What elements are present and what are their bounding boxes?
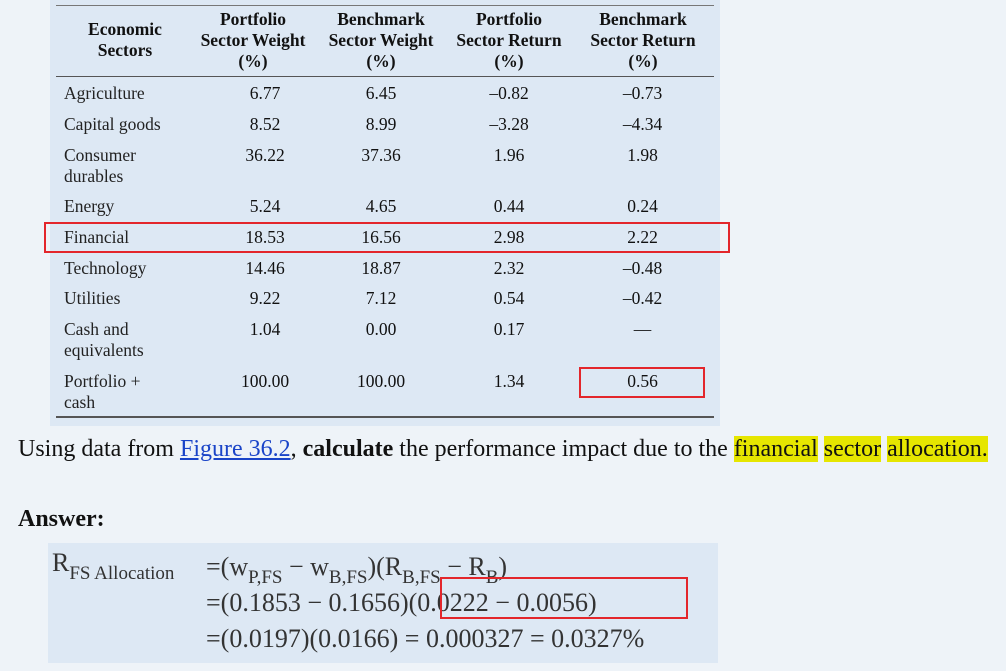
equation-lhs: RFS Allocation xyxy=(52,548,175,584)
portfolio-weight: 5.24 xyxy=(249,196,281,216)
sector-name: Capital goods xyxy=(64,114,161,134)
sector-name: Consumer durables xyxy=(64,145,136,186)
figure-link[interactable]: Figure 36.2 xyxy=(180,436,291,462)
benchmark-return: –0.48 xyxy=(622,258,663,278)
portfolio-weight: 6.77 xyxy=(249,83,281,103)
equation-highlight-box xyxy=(440,577,688,619)
benchmark-weight: 6.45 xyxy=(365,83,397,103)
sector-name: Technology xyxy=(64,258,147,278)
portfolio-weight: 1.04 xyxy=(249,319,281,339)
sector-name: Portfolio + cash xyxy=(64,371,141,412)
header-benchmark-weight: Benchmark Sector Weight (%) xyxy=(328,9,434,71)
portfolio-weight: 36.22 xyxy=(245,145,285,165)
portfolio-return: –3.28 xyxy=(489,114,529,134)
bold-calculate: calculate xyxy=(302,436,394,462)
portfolio-return: 0.54 xyxy=(493,288,525,308)
benchmark-weight: 18.87 xyxy=(361,258,401,278)
table-bottom-rule xyxy=(56,416,714,418)
benchmark-return: –4.34 xyxy=(622,114,663,134)
benchmark-total-highlight-box xyxy=(579,367,705,398)
benchmark-weight: 0.00 xyxy=(365,319,397,339)
table-header-rule xyxy=(56,76,714,77)
portfolio-weight: 100.00 xyxy=(240,371,290,391)
sector-name: Energy xyxy=(64,196,115,216)
header-economic-sectors: Economic Sectors xyxy=(88,19,162,60)
benchmark-weight: 37.36 xyxy=(361,145,401,165)
benchmark-return: 0.24 xyxy=(627,196,658,216)
sector-table-panel: Economic Sectors Portfolio Sector Weight… xyxy=(50,0,720,426)
benchmark-return: –0.73 xyxy=(622,83,663,103)
highlight-financial: financial xyxy=(733,436,818,462)
benchmark-weight: 7.12 xyxy=(365,288,397,308)
highlight-sector: sector xyxy=(823,436,882,462)
answer-label: Answer: xyxy=(18,506,105,532)
table-top-rule xyxy=(56,5,714,6)
portfolio-return: 0.44 xyxy=(493,196,525,216)
benchmark-return: –0.42 xyxy=(622,288,663,308)
portfolio-return: 1.96 xyxy=(493,145,525,165)
benchmark-weight: 4.65 xyxy=(365,196,397,216)
portfolio-return: –0.82 xyxy=(489,83,529,103)
header-portfolio-weight: Portfolio Sector Weight (%) xyxy=(200,9,306,71)
header-benchmark-return: Benchmark Sector Return (%) xyxy=(590,9,696,71)
benchmark-return: 1.98 xyxy=(627,145,658,165)
header-portfolio-return: Portfolio Sector Return (%) xyxy=(456,9,562,71)
benchmark-weight: 8.99 xyxy=(365,114,397,134)
benchmark-weight: 100.00 xyxy=(356,371,406,391)
highlight-allocation: allocation. xyxy=(887,436,988,462)
portfolio-weight: 14.46 xyxy=(245,258,285,278)
financial-row-highlight-box xyxy=(44,222,730,253)
portfolio-return: 0.17 xyxy=(493,319,525,339)
benchmark-return: — xyxy=(633,319,652,339)
sector-name: Agriculture xyxy=(64,83,145,103)
portfolio-return: 2.32 xyxy=(493,258,525,278)
portfolio-return: 1.34 xyxy=(493,371,525,391)
portfolio-weight: 9.22 xyxy=(249,288,281,308)
equation-line-3: =(0.0197)(0.0166) = 0.000327 = 0.0327% xyxy=(206,624,645,653)
portfolio-weight: 8.52 xyxy=(249,114,281,134)
sector-name: Utilities xyxy=(64,288,121,308)
question-text: Using data from Figure 36.2, calculate t… xyxy=(18,436,988,462)
sector-name: Cash and equivalents xyxy=(64,319,144,360)
